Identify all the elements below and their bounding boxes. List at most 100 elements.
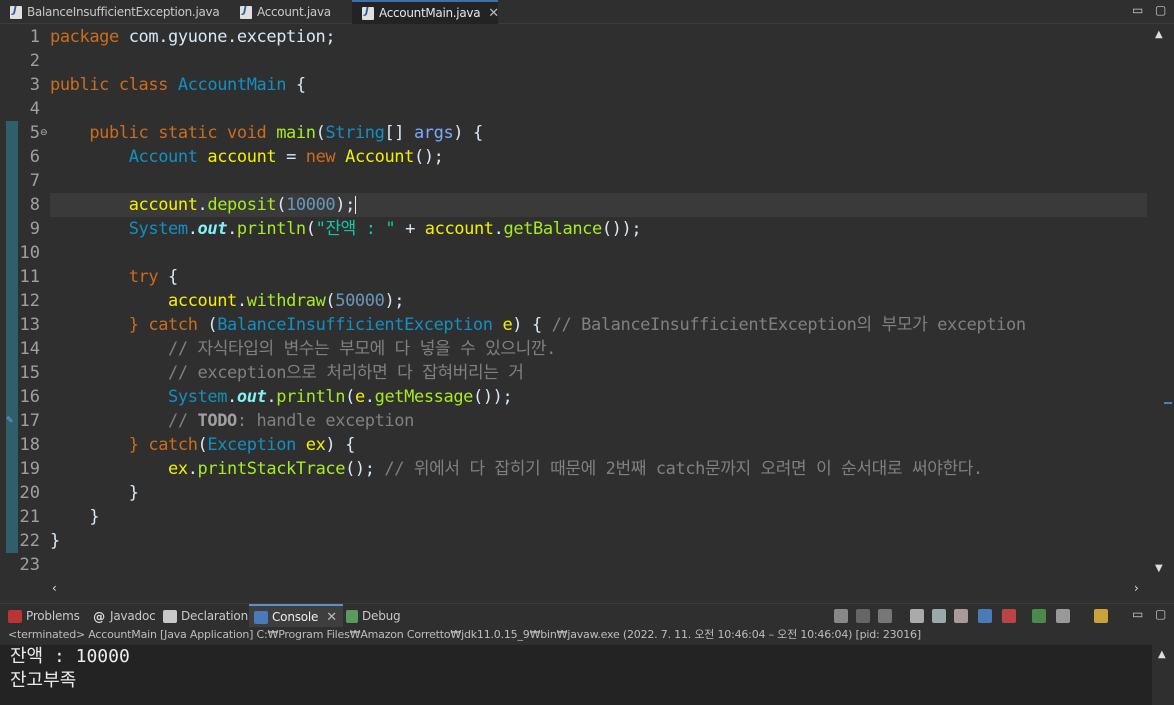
minimize-icon[interactable]: ▭ [1132, 3, 1143, 17]
maximize-icon[interactable]: ▢ [1155, 3, 1166, 17]
tab-account[interactable]: Account.java [230, 0, 350, 24]
line-number: 9 [29, 219, 40, 239]
code-line-20: } [128, 483, 139, 503]
open-console-icon[interactable] [1094, 609, 1108, 623]
tab-label: Console [272, 610, 319, 624]
scroll-up-icon[interactable]: ▲ [1155, 29, 1163, 40]
code-area[interactable]: package com.gyuone.exception; public cla… [50, 25, 1147, 579]
code-line-13: } catch (BalanceInsufficientException e)… [128, 315, 1026, 335]
line-number: 7 [29, 171, 40, 191]
view-tab-bar: Problems @ Javadoc Declaration Console ✕… [0, 603, 1174, 628]
line-number: 21 [19, 507, 40, 527]
code-line-11: try { [128, 267, 179, 287]
clear-console-icon[interactable] [910, 609, 924, 623]
word-wrap-icon[interactable] [954, 609, 968, 623]
display-console-icon[interactable] [1056, 609, 1070, 623]
text-cursor [354, 196, 356, 214]
code-line-5: public static void main(String[] args) { [89, 123, 483, 143]
tab-label: Account.java [257, 5, 331, 19]
code-line-15: // exception으로 처리하면 다 잡혀버리는 거 [168, 363, 524, 383]
console-process-label: <terminated> AccountMain [Java Applicati… [0, 627, 1174, 645]
line-number: 20 [19, 483, 40, 503]
minimize-view-icon[interactable]: ▭ [1132, 607, 1143, 621]
show-on-stderr-icon[interactable] [1002, 609, 1016, 623]
line-number: 10 [19, 243, 40, 263]
overview-ruler-marker[interactable] [1164, 402, 1172, 404]
console-output[interactable]: 잔액 : 10000 잔고부족 ▲ [0, 645, 1174, 705]
java-file-icon [362, 6, 374, 20]
line-number: 6 [29, 147, 40, 167]
tab-javadoc[interactable]: @ Javadoc [92, 604, 156, 628]
terminate-icon[interactable] [834, 609, 848, 623]
code-line-21: } [89, 507, 100, 527]
problems-icon [8, 609, 22, 623]
line-number: 22 [19, 531, 40, 551]
code-line-18: } catch(Exception ex) { [128, 435, 356, 455]
line-number: 12 [19, 291, 40, 311]
line-number: 1 [29, 27, 40, 47]
editor-tab-bar: BalanceInsufficientException.java Accoun… [0, 0, 1174, 24]
javadoc-icon: @ [92, 609, 106, 624]
java-file-icon [240, 5, 252, 19]
console-output-line: 잔고부족 [10, 670, 77, 691]
code-line-12: account.withdraw(50000); [168, 291, 405, 311]
code-line-9: System.out.println("잔액 : " + account.get… [128, 219, 642, 239]
code-line-8: account.deposit(10000); [128, 195, 356, 215]
line-number: 11 [19, 267, 40, 287]
remove-launch-icon[interactable] [856, 609, 870, 623]
tab-declaration[interactable]: Declaration [163, 604, 248, 628]
close-icon[interactable]: ✕ [488, 6, 499, 21]
tab-label: Javadoc [110, 609, 156, 623]
tab-balance-insufficient-exception[interactable]: BalanceInsufficientException.java [0, 0, 228, 24]
line-number: 15 [19, 363, 40, 383]
line-number: 13 [19, 315, 40, 335]
code-line-6: Account account = new Account(); [128, 147, 444, 167]
code-line-17: // TODO: handle exception [168, 411, 414, 431]
pin-console-icon[interactable] [1032, 609, 1046, 623]
scroll-down-icon[interactable]: ▼ [1155, 563, 1163, 574]
scroll-lock-icon[interactable] [932, 609, 946, 623]
tab-account-main[interactable]: AccountMain.java ✕ [352, 0, 499, 24]
debug-icon [346, 609, 358, 623]
vertical-scrollbar[interactable]: ▲ ▼ [1147, 25, 1174, 579]
console-icon [254, 610, 268, 624]
code-line-22: } [50, 531, 60, 551]
close-icon[interactable]: ✕ [326, 610, 337, 625]
line-number: 23 [19, 555, 40, 575]
tab-label: AccountMain.java [379, 6, 481, 20]
scroll-left-icon[interactable]: ‹ [52, 581, 57, 595]
tab-label: BalanceInsufficientException.java [27, 5, 220, 19]
remove-all-icon[interactable] [878, 609, 892, 623]
line-number: 3 [29, 75, 40, 95]
line-number: 8 [29, 195, 40, 215]
scroll-right-icon[interactable]: › [1134, 581, 1139, 595]
fold-icon[interactable]: ⊖ [40, 128, 48, 138]
code-line-16: System.out.println(e.getMessage()); [168, 387, 513, 407]
tab-debug[interactable]: Debug [346, 604, 401, 628]
tab-console[interactable]: Console ✕ [249, 604, 343, 628]
console-output-line: 잔액 : 10000 [10, 646, 130, 667]
line-number: 14 [19, 339, 40, 359]
code-line-19: ex.printStackTrace(); // 위에서 다 잡히기 때문에 2… [168, 459, 983, 479]
scroll-up-icon[interactable]: ▲ [1158, 649, 1166, 660]
code-line-14: // 자식타입의 변수는 부모에 다 넣을 수 있으니깐. [168, 339, 556, 359]
code-line-1: package com.gyuone.exception; [50, 27, 336, 47]
tab-label: Problems [26, 609, 80, 623]
task-marker-icon: ✎ [6, 416, 14, 426]
line-number: 19 [19, 459, 40, 479]
code-editor[interactable]: 1 2 3 4 5 6 7 8 9 10 11 12 13 14 15 16 1… [0, 25, 1174, 579]
line-number: 16 [19, 387, 40, 407]
tab-problems[interactable]: Problems [8, 604, 80, 628]
line-number: 2 [29, 51, 40, 71]
maximize-view-icon[interactable]: ▢ [1155, 607, 1166, 621]
tab-label: Declaration [181, 609, 248, 623]
line-number: 4 [29, 99, 40, 119]
console-scrollbar[interactable]: ▲ [1152, 645, 1174, 705]
show-on-stdout-icon[interactable] [978, 609, 992, 623]
line-number: 17 [19, 411, 40, 431]
horizontal-scrollbar[interactable]: ‹ › [0, 579, 1174, 597]
line-number-gutter: 1 2 3 4 5 6 7 8 9 10 11 12 13 14 15 16 1… [6, 25, 50, 579]
line-number: 5 [29, 123, 40, 143]
code-line-3: public class AccountMain { [50, 75, 306, 95]
tab-label: Debug [362, 609, 401, 623]
